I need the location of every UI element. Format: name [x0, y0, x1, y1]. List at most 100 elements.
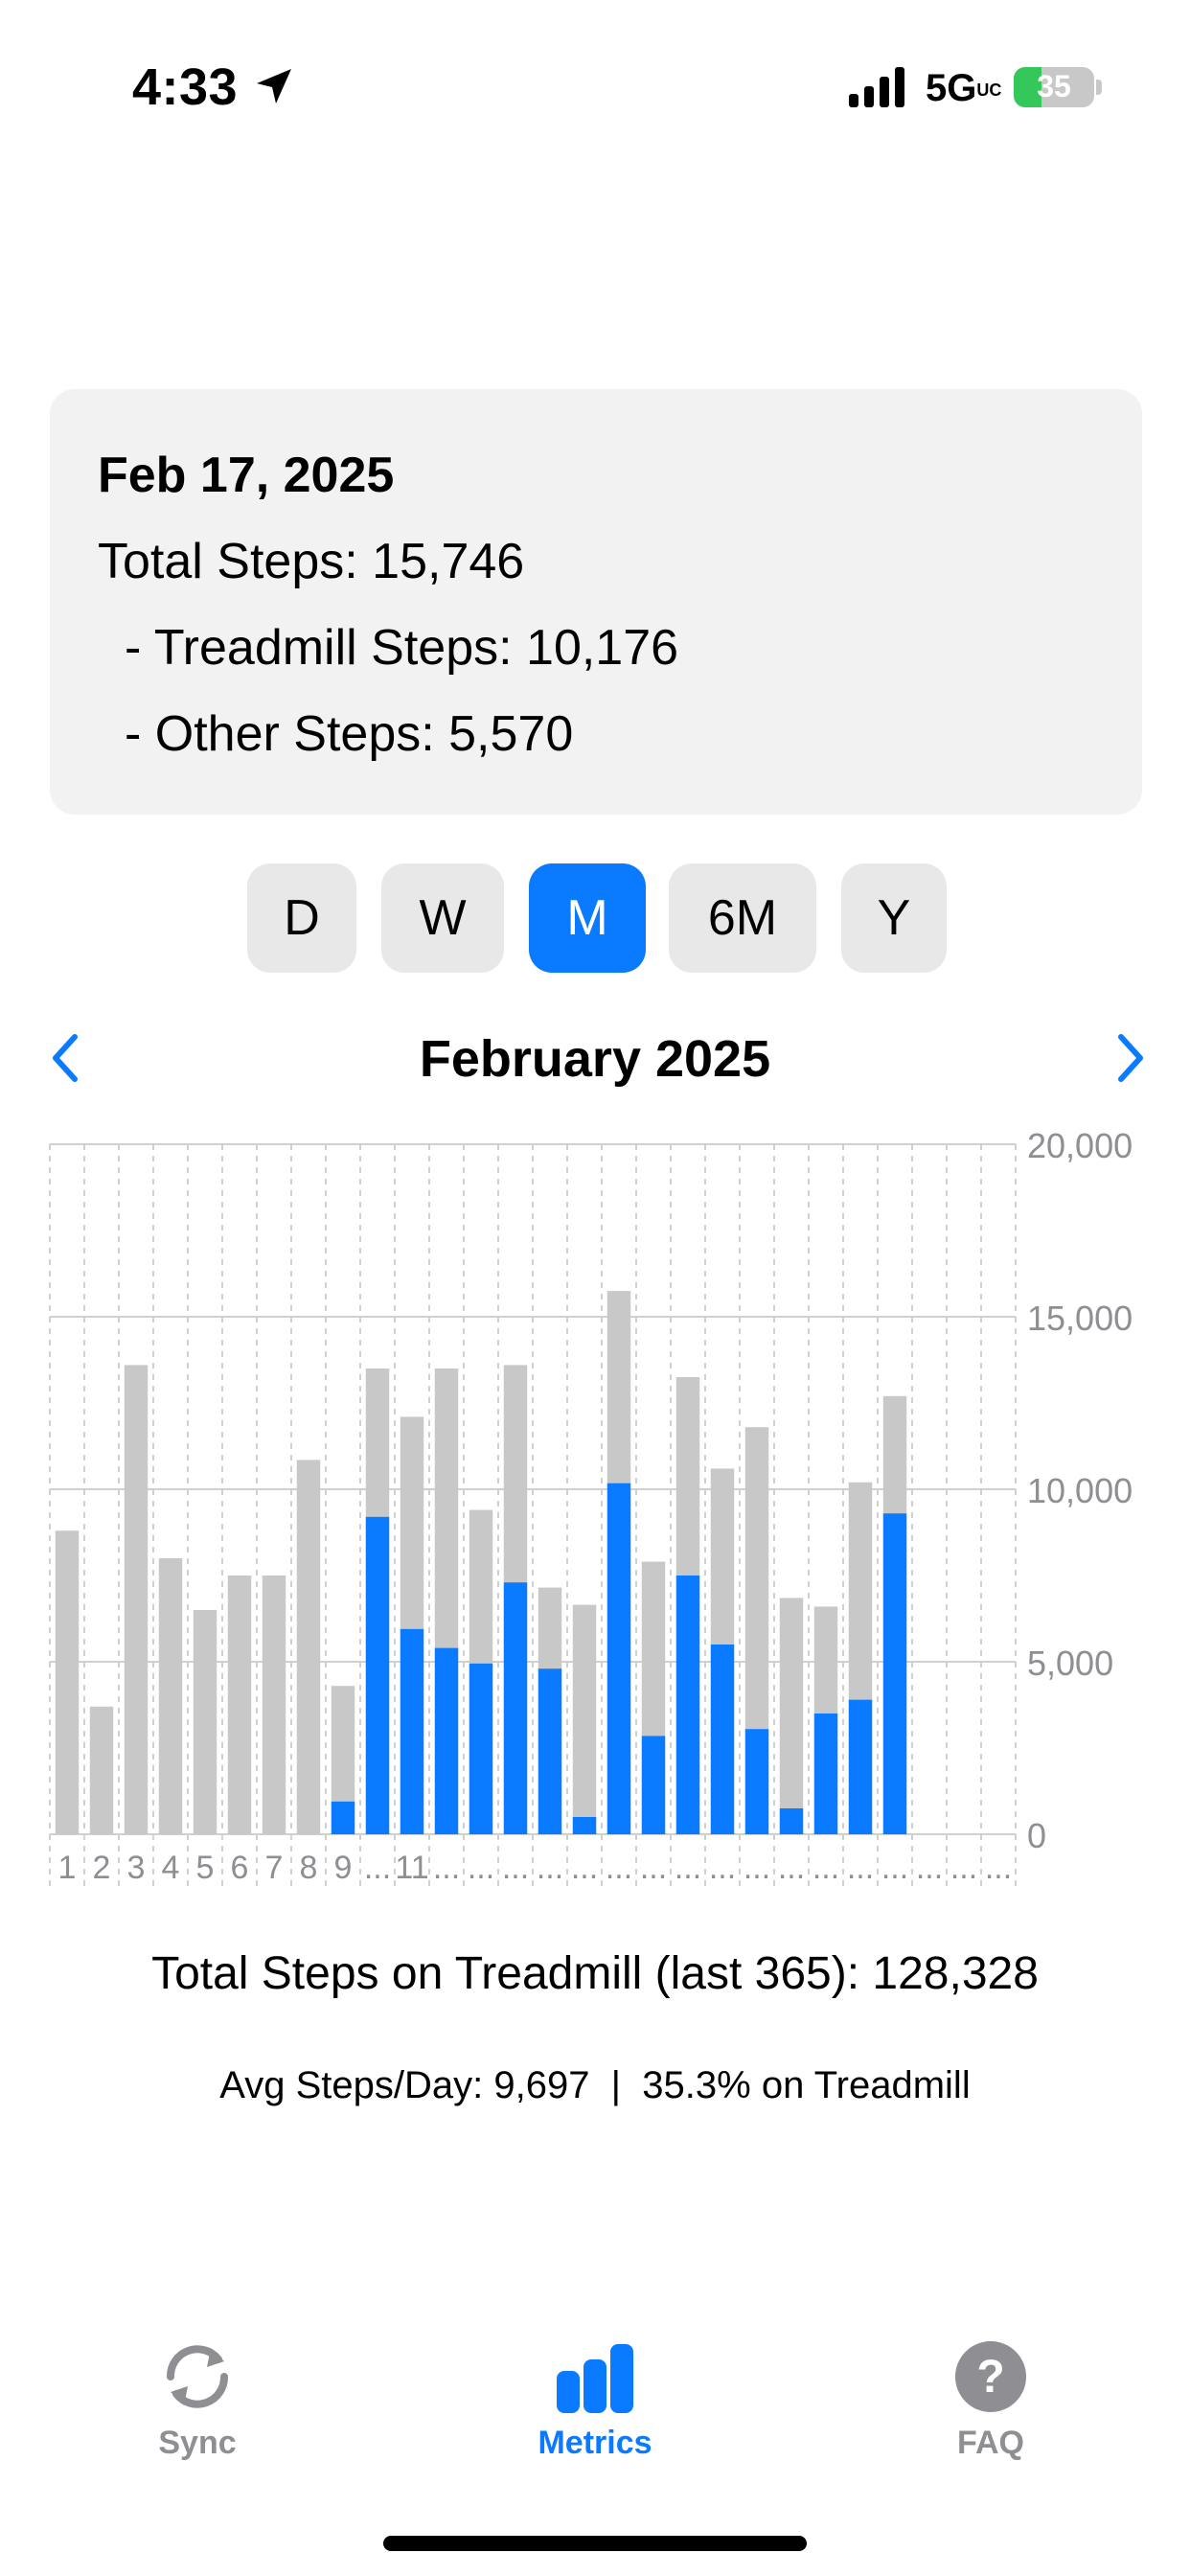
bar-treadmill: [606, 1483, 631, 1834]
bar-other: [882, 1395, 907, 1514]
bar-other: [710, 1468, 735, 1644]
period-tab-y[interactable]: Y: [841, 863, 947, 973]
metrics-icon: [557, 2344, 633, 2413]
bar-treadmill: [848, 1699, 873, 1834]
bar-treadmill: [538, 1668, 562, 1834]
bar-treadmill: [503, 1582, 528, 1834]
x-tick-label: ...: [847, 1850, 874, 1886]
x-tick-label: ...: [537, 1850, 563, 1886]
bar-treadmill: [572, 1817, 597, 1834]
summary-other-steps: - Other Steps: 5,570: [125, 706, 574, 762]
summary-treadmill-steps: - Treadmill Steps: 10,176: [125, 620, 679, 676]
x-tick-label: ...: [606, 1850, 632, 1886]
bar-other: [296, 1460, 321, 1834]
bar-other: [227, 1576, 252, 1834]
sync-icon: [166, 2345, 229, 2408]
home-indicator: [383, 2536, 807, 2551]
x-tick-label: 7: [265, 1850, 284, 1886]
bar-other: [503, 1365, 528, 1583]
bar-treadmill: [400, 1628, 424, 1834]
bar-other: [400, 1416, 424, 1629]
period-tab-m[interactable]: M: [529, 863, 646, 973]
x-tick-label: ...: [812, 1850, 839, 1886]
bar-treadmill: [675, 1576, 700, 1834]
day-summary-card: Feb 17, 2025 Total Steps: 15,746 - Tread…: [50, 389, 1142, 815]
bar-other: [744, 1427, 769, 1730]
x-tick-label: 1: [58, 1850, 77, 1886]
network-label: 5G: [926, 67, 977, 109]
bar-other: [813, 1606, 838, 1714]
y-tick-label: 5,000: [1027, 1644, 1113, 1683]
bar-other: [331, 1686, 355, 1802]
bar-treadmill: [710, 1644, 735, 1834]
bar-treadmill: [779, 1808, 804, 1834]
period-tab-w[interactable]: W: [381, 863, 504, 973]
x-tick-label: ...: [502, 1850, 529, 1886]
bar-treadmill: [365, 1516, 390, 1834]
bar-other: [606, 1291, 631, 1484]
tab-sync-label: Sync: [158, 2425, 237, 2461]
x-tick-label: ...: [675, 1850, 701, 1886]
bar-treadmill: [469, 1663, 493, 1834]
x-tick-label: 11: [395, 1850, 428, 1886]
x-tick-label: 9: [334, 1850, 353, 1886]
screen: 4:33 5GUC 35 Feb 17, 2025 Total Steps: 1…: [0, 0, 1190, 2576]
x-tick-label: 8: [300, 1850, 318, 1886]
bar-treadmill: [882, 1513, 907, 1834]
bar-other: [675, 1377, 700, 1576]
x-tick-label: 5: [196, 1850, 215, 1886]
x-tick-label: ...: [744, 1850, 770, 1886]
x-tick-label: ...: [468, 1850, 494, 1886]
bar-other: [158, 1558, 183, 1834]
steps-bar-chart[interactable]: 05,00010,00015,00020,0001 2 3 4 5 6 7 8 9... 11..…: [0, 1112, 1190, 1926]
battery-icon: 35: [1014, 67, 1094, 107]
bar-other: [365, 1368, 390, 1517]
bar-other: [434, 1368, 459, 1648]
next-month-chevron-icon[interactable]: [1111, 1031, 1150, 1085]
tab-metrics-label: Metrics: [538, 2425, 652, 2461]
bar-other: [469, 1509, 493, 1664]
bar-other: [779, 1598, 804, 1808]
average-steps-stat: Avg Steps/Day: 9,697 | 35.3% on Treadmil…: [219, 2064, 971, 2106]
bar-other: [124, 1365, 149, 1834]
period-tab-d[interactable]: D: [247, 863, 356, 973]
x-tick-label: ...: [433, 1850, 460, 1886]
y-tick-label: 20,000: [1027, 1126, 1133, 1165]
bar-other: [193, 1610, 217, 1834]
x-tick-label: 3: [127, 1850, 146, 1886]
bar-other: [848, 1482, 873, 1700]
x-tick-label: ...: [364, 1850, 391, 1886]
x-tick-label: ...: [571, 1850, 598, 1886]
bar-treadmill: [331, 1801, 355, 1834]
svg-text:?: ?: [976, 2352, 1004, 2403]
x-tick-label: 4: [162, 1850, 180, 1886]
bar-other: [572, 1604, 597, 1817]
bar-other: [89, 1706, 114, 1834]
y-tick-label: 0: [1027, 1816, 1046, 1855]
battery-cap: [1096, 80, 1102, 95]
bar-treadmill: [813, 1714, 838, 1834]
period-tab-6m[interactable]: 6M: [669, 863, 816, 973]
x-tick-label: ...: [985, 1850, 1012, 1886]
bar-treadmill: [641, 1736, 666, 1834]
bar-other: [262, 1576, 286, 1834]
bar-other: [641, 1561, 666, 1736]
x-tick-label: ...: [709, 1850, 736, 1886]
y-tick-label: 10,000: [1027, 1471, 1133, 1510]
bar-other: [538, 1587, 562, 1669]
x-tick-label: ...: [778, 1850, 805, 1886]
x-tick-label: ...: [950, 1850, 977, 1886]
status-time: 4:33: [132, 58, 239, 116]
summary-total-steps: Total Steps: 15,746: [98, 534, 525, 589]
summary-date: Feb 17, 2025: [98, 448, 395, 503]
network-indicator: 5GUC: [926, 67, 1002, 110]
tab-faq[interactable]: ? FAQ: [885, 2338, 1096, 2462]
x-tick-label: 2: [93, 1850, 111, 1886]
total-treadmill-steps-stat: Total Steps on Treadmill (last 365): 128…: [151, 1948, 1039, 1999]
tab-sync[interactable]: Sync: [92, 2338, 303, 2462]
network-suffix: UC: [976, 80, 1002, 101]
x-tick-label: 6: [231, 1850, 249, 1886]
tab-metrics[interactable]: Metrics: [490, 2338, 700, 2462]
signal-icon: [849, 67, 904, 107]
y-tick-label: 15,000: [1027, 1299, 1133, 1338]
